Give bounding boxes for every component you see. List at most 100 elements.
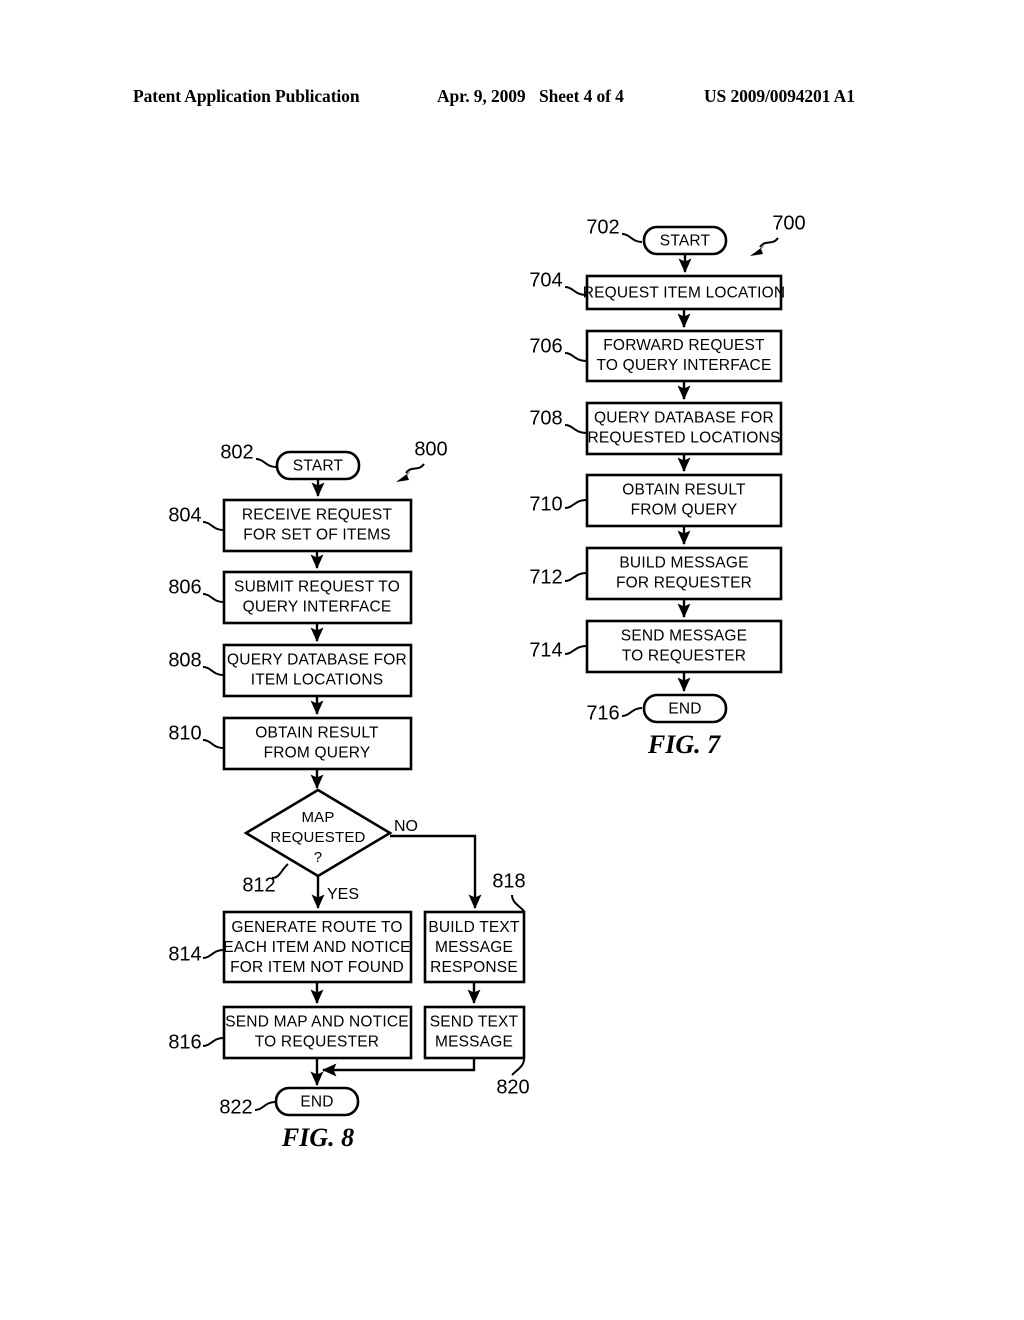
fig8-ref-818: 818: [492, 870, 525, 892]
fig8-process-816-label-line2: TO REQUESTER: [255, 1034, 379, 1051]
fig8-node-812: MAP REQUESTED ? 812: [242, 788, 393, 896]
fig8-node-806: SUBMIT REQUEST TO QUERY INTERFACE 806: [168, 570, 413, 625]
fig8-ref-820: 820: [496, 1076, 529, 1098]
fig8-node-814: GENERATE ROUTE TO EACH ITEM AND NOTICE F…: [168, 910, 413, 984]
fig8-branch-label-no: NO: [394, 818, 418, 835]
fig7-leader-708: [564, 424, 587, 434]
fig8-node-822: END 822: [219, 1086, 360, 1118]
patent-drawing-sheet: 700 START 702 REQUEST ITEM LOCATION 704 …: [0, 0, 1024, 1320]
fig8-leader-814: [202, 949, 224, 959]
fig8-ref-806: 806: [168, 576, 201, 598]
fig8-node-820: SEND TEXT MESSAGE 820: [423, 1005, 530, 1098]
fig8-node-810: OBTAIN RESULT FROM QUERY 810: [168, 716, 413, 771]
fig7-process-708-label-line2: REQUESTED LOCATIONS: [588, 430, 781, 447]
figure-7-reference-callout: 700: [750, 212, 806, 256]
fig8-process-810-label-line2: FROM QUERY: [264, 745, 371, 762]
fig8-process-818-label-line1: BUILD TEXT: [428, 919, 520, 936]
figure-8-caption: FIG. 8: [281, 1123, 354, 1152]
fig7-process-708-label-line1: QUERY DATABASE FOR: [594, 410, 774, 427]
fig7-ref-716: 716: [586, 702, 619, 724]
fig8-decision-812-label-line1: MAP: [301, 809, 334, 826]
fig7-ref-706: 706: [529, 335, 562, 357]
fig8-process-808-label-line1: QUERY DATABASE FOR: [227, 652, 407, 669]
fig7-leader-714: [564, 645, 587, 655]
fig7-node-708: QUERY DATABASE FOR REQUESTED LOCATIONS 7…: [529, 401, 783, 456]
fig8-ref-814: 814: [168, 943, 201, 965]
fig8-merge-820-to-spine: [322, 1058, 476, 1077]
fig8-leader-804: [202, 521, 224, 531]
fig8-leader-820: [511, 1058, 525, 1076]
fig8-node-804: RECEIVE REQUEST FOR SET OF ITEMS 804: [168, 498, 413, 553]
fig7-ref-708: 708: [529, 407, 562, 429]
fig7-ref-712: 712: [529, 566, 562, 588]
fig8-process-806-label-line1: SUBMIT REQUEST TO: [234, 579, 400, 596]
fig7-leader-702: [621, 233, 643, 243]
fig8-ref-804: 804: [168, 504, 201, 526]
fig7-ref-710: 710: [529, 493, 562, 515]
fig7-ref-704: 704: [529, 269, 562, 291]
fig8-leader-816: [202, 1037, 224, 1047]
fig8-leader-810: [202, 739, 224, 749]
figure-7: 700 START 702 REQUEST ITEM LOCATION 704 …: [529, 212, 805, 759]
fig7-end-terminator-label: END: [668, 701, 701, 718]
figure-7-callout-leader: [759, 237, 779, 248]
fig8-process-820-label-line1: SEND TEXT: [430, 1014, 519, 1031]
fig7-process-714-label-line2: TO REQUESTER: [622, 648, 746, 665]
fig8-process-806-label-line2: QUERY INTERFACE: [243, 599, 392, 616]
fig7-leader-706: [564, 352, 587, 362]
fig8-process-814-label-line3: FOR ITEM NOT FOUND: [230, 959, 404, 976]
fig8-process-814-label-line2: EACH ITEM AND NOTICE: [223, 939, 410, 956]
fig8-end-terminator-label: END: [300, 1094, 333, 1111]
fig8-process-808-label-line2: ITEM LOCATIONS: [251, 672, 384, 689]
fig8-leader-806: [202, 593, 224, 603]
fig7-start-terminator-label: START: [660, 233, 711, 250]
fig8-process-814-label-line1: GENERATE ROUTE TO: [231, 919, 402, 936]
figure-8-reference-callout: 800: [396, 438, 448, 482]
fig8-branch-label-yes: YES: [327, 886, 359, 903]
fig7-node-702: START 702: [586, 216, 728, 256]
fig8-leader-822: [254, 1101, 276, 1111]
fig8-decision-812-label-line2: REQUESTED: [270, 829, 365, 846]
fig7-process-706-label-line1: FORWARD REQUEST: [603, 337, 765, 354]
fig7-process-706-label-line2: TO QUERY INTERFACE: [596, 357, 771, 374]
fig7-node-704: REQUEST ITEM LOCATION 704: [529, 269, 786, 311]
figure-7-callout-arrowhead: [750, 245, 765, 256]
fig8-process-816-label-line1: SEND MAP AND NOTICE: [225, 1014, 409, 1031]
figure-8-callout-leader: [405, 463, 425, 474]
figure-8: 800 START 802 RECEIVE REQUEST FOR SET OF…: [168, 438, 529, 1152]
fig8-node-816: SEND MAP AND NOTICE TO REQUESTER 816: [168, 1005, 413, 1060]
fig8-leader-808: [202, 666, 224, 676]
fig8-process-818-label-line2: MESSAGE: [435, 939, 513, 956]
fig8-process-810-label-line1: OBTAIN RESULT: [255, 725, 379, 742]
fig8-process-804-label-line1: RECEIVE REQUEST: [242, 507, 393, 524]
fig8-leader-802: [255, 458, 277, 468]
figure-7-caption: FIG. 7: [647, 730, 721, 759]
fig7-node-714: SEND MESSAGE TO REQUESTER 714: [529, 619, 783, 674]
fig8-start-terminator-label: START: [293, 458, 344, 475]
fig8-ref-808: 808: [168, 649, 201, 671]
fig8-ref-812: 812: [242, 874, 275, 896]
fig8-process-818-label-line3: RESPONSE: [430, 959, 518, 976]
fig8-decision-812-label-line3: ?: [314, 849, 323, 866]
fig7-process-712-label-line1: BUILD MESSAGE: [619, 555, 748, 572]
fig7-process-704-label: REQUEST ITEM LOCATION: [583, 285, 786, 302]
fig8-node-808: QUERY DATABASE FOR ITEM LOCATIONS 808: [168, 643, 413, 698]
fig7-process-714-label-line1: SEND MESSAGE: [621, 628, 747, 645]
fig8-ref-816: 816: [168, 1031, 201, 1053]
fig7-node-710: OBTAIN RESULT FROM QUERY 710: [529, 473, 783, 528]
fig7-leader-710: [564, 499, 587, 509]
fig7-process-712-label-line2: FOR REQUESTER: [616, 575, 752, 592]
figure-8-reference-number: 800: [414, 438, 447, 460]
fig7-process-710-label-line1: OBTAIN RESULT: [622, 482, 746, 499]
fig8-process-820-label-line2: MESSAGE: [435, 1034, 513, 1051]
fig7-node-706: FORWARD REQUEST TO QUERY INTERFACE 706: [529, 329, 783, 383]
fig8-ref-810: 810: [168, 722, 201, 744]
fig8-ref-802: 802: [220, 441, 253, 463]
fig7-leader-716: [621, 707, 643, 717]
fig8-process-804-label-line2: FOR SET OF ITEMS: [243, 527, 391, 544]
fig8-leader-818: [511, 894, 525, 912]
figure-7-reference-number: 700: [772, 212, 805, 234]
fig8-arrow-812-818-no: [390, 834, 482, 909]
fig8-ref-822: 822: [219, 1096, 252, 1118]
fig7-ref-702: 702: [586, 216, 619, 238]
